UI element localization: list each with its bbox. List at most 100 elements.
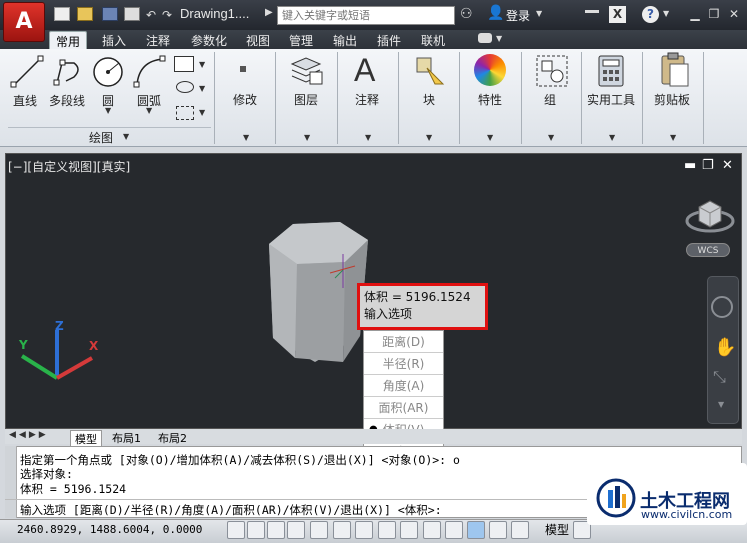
snap-mode-icon[interactable] xyxy=(247,521,265,539)
menu-item-distance[interactable]: 距离(D) xyxy=(364,331,443,353)
viewport-restore-icon[interactable]: ❐ xyxy=(702,158,714,173)
properties-dropdown-icon[interactable]: ▼ xyxy=(487,133,493,142)
ortho-mode-icon[interactable] xyxy=(287,521,305,539)
viewport-controls-label[interactable]: [−][自定义视图][真实] xyxy=(8,158,130,175)
clipboard-panel-label[interactable]: 剪贴板 xyxy=(654,91,690,108)
properties-panel-label[interactable]: 特性 xyxy=(478,91,502,108)
undo-icon[interactable]: ↶ xyxy=(146,8,156,22)
quick-properties-icon[interactable] xyxy=(489,521,507,539)
block-dropdown-icon[interactable]: ▼ xyxy=(426,133,432,142)
group-panel-label[interactable]: 组 xyxy=(544,91,556,108)
draw-panel-expand-icon[interactable]: ▼ xyxy=(123,132,129,141)
transparency-icon[interactable] xyxy=(467,521,485,539)
steering-wheel-icon[interactable] xyxy=(711,296,733,318)
viewcube-icon[interactable] xyxy=(685,193,735,235)
layers-icon[interactable] xyxy=(288,54,324,88)
hatch-dropdown-icon[interactable]: ▼ xyxy=(199,84,205,93)
block-panel-label[interactable]: 块 xyxy=(423,91,435,108)
utilities-panel-label[interactable]: 实用工具 xyxy=(587,91,635,108)
ribbon-toggle-dropdown-icon[interactable]: ▼ xyxy=(496,34,502,43)
binoculars-icon[interactable]: ⚇ xyxy=(460,6,473,22)
text-annotation-icon[interactable]: A xyxy=(354,52,375,89)
polar-tracking-icon[interactable] xyxy=(310,521,328,539)
rectangle-tool-icon[interactable] xyxy=(174,56,194,72)
tab-manage[interactable]: 管理 xyxy=(283,31,319,49)
annotation-dropdown-icon[interactable]: ▼ xyxy=(365,133,371,142)
zoom-extents-icon[interactable]: ⤡ xyxy=(713,367,726,387)
save-icon[interactable] xyxy=(102,7,118,21)
selection-cycling-icon[interactable] xyxy=(511,521,529,539)
3d-object-snap-icon[interactable] xyxy=(355,521,373,539)
ribbon-toggle-icon[interactable] xyxy=(478,33,492,43)
wcs-button[interactable]: WCS xyxy=(686,243,730,257)
minimize-button[interactable]: ▁ xyxy=(687,6,703,22)
viewport-minimize-icon[interactable]: ▬ xyxy=(684,158,696,173)
login-dropdown-icon[interactable]: ▼ xyxy=(536,9,542,18)
hatch-tool-icon[interactable] xyxy=(176,81,194,93)
circle-dropdown-icon[interactable]: ▼ xyxy=(105,106,111,115)
help-icon[interactable]: ? xyxy=(642,6,659,23)
clipboard-icon[interactable] xyxy=(658,52,690,88)
menu-item-area[interactable]: 面积(AR) xyxy=(364,397,443,419)
tab-insert[interactable]: 插入 xyxy=(96,31,132,49)
title-expand-icon[interactable]: ▶ xyxy=(265,7,273,18)
layers-dropdown-icon[interactable]: ▼ xyxy=(304,133,310,142)
object-snap-icon[interactable] xyxy=(333,521,351,539)
line-tool-icon[interactable] xyxy=(10,55,44,89)
properties-color-wheel-icon[interactable] xyxy=(474,54,506,86)
block-icon[interactable] xyxy=(413,54,447,88)
navbar-dropdown-icon[interactable]: ▼ xyxy=(718,400,724,409)
clipboard-dropdown-icon[interactable]: ▼ xyxy=(670,133,676,142)
modify-panel-label[interactable]: 修改 xyxy=(233,91,257,108)
layout-nav-arrows-icon[interactable]: ◀◀▶▶ xyxy=(9,430,49,440)
tab-view[interactable]: 视图 xyxy=(240,31,276,49)
layout-tab-layout2[interactable]: 布局2 xyxy=(158,430,187,446)
arc-dropdown-icon[interactable]: ▼ xyxy=(146,106,152,115)
boundary-tool-icon[interactable] xyxy=(176,106,194,120)
boundary-dropdown-icon[interactable]: ▼ xyxy=(199,108,205,117)
calculator-icon[interactable] xyxy=(597,54,625,88)
exchange-icon[interactable] xyxy=(585,10,599,13)
open-folder-icon[interactable] xyxy=(77,7,93,21)
tab-parametric[interactable]: 参数化 xyxy=(185,31,233,49)
polyline-tool-icon[interactable] xyxy=(52,55,86,89)
new-file-icon[interactable] xyxy=(54,7,70,21)
group-dropdown-icon[interactable]: ▼ xyxy=(548,133,554,142)
annotation-panel-label[interactable]: 注释 xyxy=(355,91,379,108)
search-input[interactable] xyxy=(277,6,455,25)
menu-item-radius[interactable]: 半径(R) xyxy=(364,353,443,375)
command-input-line[interactable]: 输入选项 [距离(D)/半径(R)/角度(A)/面积(AR)/体积(V)/退出(… xyxy=(20,502,442,518)
utilities-dropdown-icon[interactable]: ▼ xyxy=(609,133,615,142)
lineweight-icon[interactable] xyxy=(445,521,463,539)
tab-plugins[interactable]: 插件 xyxy=(371,31,407,49)
restore-button[interactable]: ❐ xyxy=(706,6,722,22)
viewport-close-icon[interactable]: ✕ xyxy=(722,158,733,173)
grid-display-icon[interactable] xyxy=(267,521,285,539)
tab-online[interactable]: 联机 xyxy=(415,31,451,49)
user-icon[interactable]: 👤 xyxy=(487,5,504,21)
modify-dropdown-icon[interactable]: ▼ xyxy=(243,133,249,142)
layout-tab-model[interactable]: 模型 xyxy=(70,430,102,447)
command-window-grip[interactable] xyxy=(5,446,17,518)
dynamic-ucs-icon[interactable] xyxy=(400,521,418,539)
group-icon[interactable] xyxy=(535,54,569,88)
dynamic-input-icon[interactable] xyxy=(423,521,441,539)
arc-tool-icon[interactable] xyxy=(133,55,167,89)
close-button[interactable]: ✕ xyxy=(726,6,742,22)
infer-constraints-icon[interactable] xyxy=(227,521,245,539)
application-menu-button[interactable]: A xyxy=(3,2,45,42)
redo-icon[interactable]: ↷ xyxy=(162,8,172,22)
layers-panel-label[interactable]: 图层 xyxy=(294,91,318,108)
print-icon[interactable] xyxy=(124,7,140,21)
help-dropdown-icon[interactable]: ▼ xyxy=(663,9,669,18)
x-app-icon[interactable]: X xyxy=(609,6,626,23)
login-link[interactable]: 登录 xyxy=(506,7,530,24)
menu-item-angle[interactable]: 角度(A) xyxy=(364,375,443,397)
layout-tab-layout1[interactable]: 布局1 xyxy=(112,430,141,446)
coordinate-readout[interactable]: 2460.8929, 1488.6004, 0.0000 xyxy=(17,523,202,536)
object-snap-tracking-icon[interactable] xyxy=(378,521,396,539)
circle-tool-icon[interactable] xyxy=(91,55,125,89)
model-space-button[interactable]: 模型 xyxy=(545,521,569,538)
rectangle-dropdown-icon[interactable]: ▼ xyxy=(199,60,205,69)
tab-annotate[interactable]: 注释 xyxy=(140,31,176,49)
